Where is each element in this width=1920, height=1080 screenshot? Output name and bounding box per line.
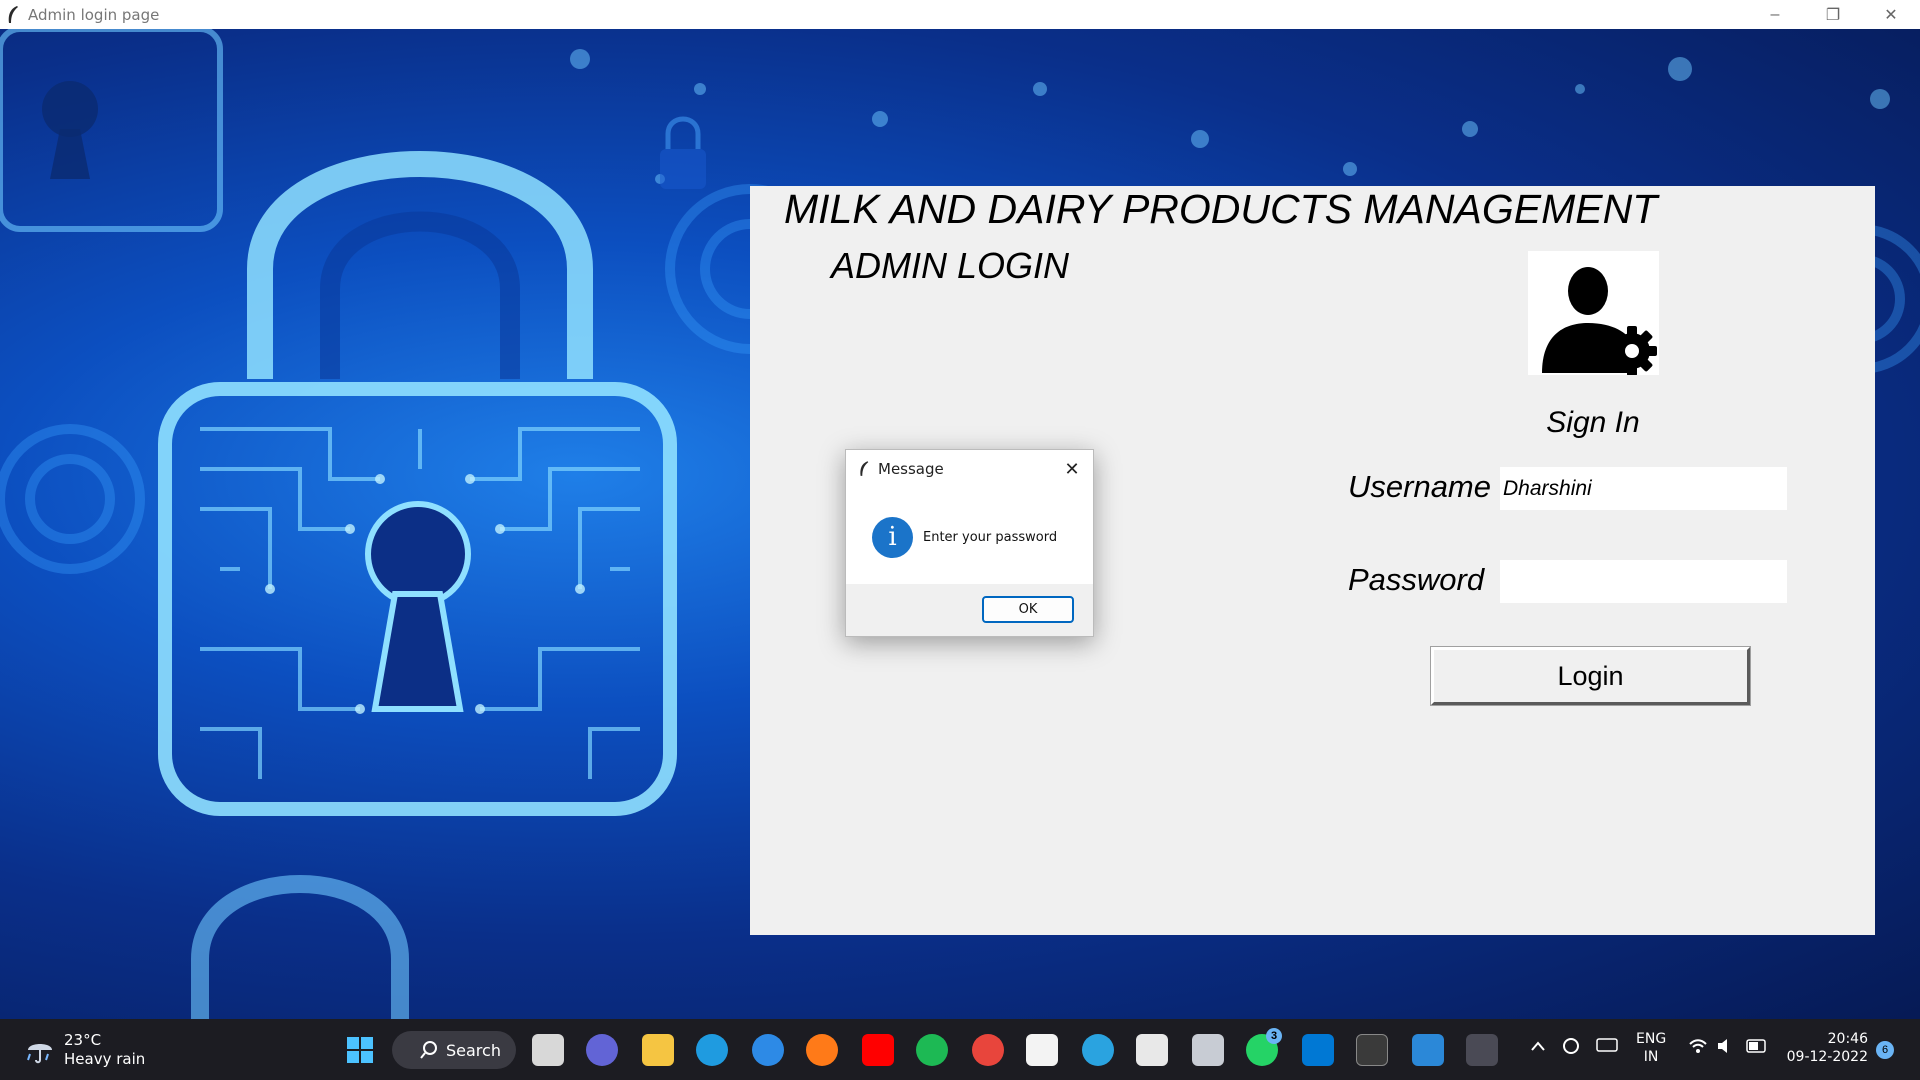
teams-chat-icon[interactable] <box>586 1034 618 1066</box>
weather-temp: 23°C <box>64 1031 102 1049</box>
windows-logo-icon <box>347 1037 373 1063</box>
admin-user-gear-icon <box>1542 267 1657 376</box>
login-button[interactable]: Login <box>1430 646 1751 706</box>
microsoft-store-icon[interactable] <box>1026 1034 1058 1066</box>
show-hidden-icons-button[interactable] <box>1530 1039 1546 1057</box>
dialog-title: Message <box>878 460 944 478</box>
sync-tray-icon[interactable] <box>1560 1035 1582 1062</box>
terminal-icon[interactable] <box>1356 1034 1388 1066</box>
feather-icon <box>8 5 18 23</box>
taskbar: 23°C Heavy rain Search 3 ENG IN 20:46 09… <box>0 1019 1920 1080</box>
username-label: Username <box>1348 469 1491 504</box>
chrome-icon[interactable] <box>972 1034 1004 1066</box>
vscode-icon[interactable] <box>1302 1034 1334 1066</box>
get-help-icon[interactable] <box>752 1034 784 1066</box>
message-dialog: Message ✕ i Enter your password OK <box>845 449 1094 637</box>
keyboard-tray-icon[interactable] <box>1596 1037 1618 1058</box>
youtube-icon[interactable] <box>862 1034 894 1066</box>
editor-icon[interactable] <box>1136 1034 1168 1066</box>
battery-tray-icon[interactable] <box>1746 1039 1768 1058</box>
whatsapp-icon[interactable]: 3 <box>1246 1028 1282 1066</box>
weather-widget[interactable]: 23°C Heavy rain <box>24 1031 145 1069</box>
database-icon[interactable] <box>1192 1034 1224 1066</box>
edge-icon[interactable] <box>696 1034 728 1066</box>
dialog-footer: OK <box>846 584 1093 636</box>
search-label: Search <box>446 1040 501 1060</box>
volume-tray-icon[interactable] <box>1716 1038 1736 1059</box>
window-titlebar: Admin login page – ❐ ✕ <box>0 0 1920 29</box>
dialog-message: Enter your password <box>923 529 1058 545</box>
clock-time: 20:46 <box>1827 1031 1868 1047</box>
search-icon <box>420 1041 437 1059</box>
battery-icon <box>1746 1039 1766 1053</box>
file-explorer-icon[interactable] <box>642 1034 674 1066</box>
keyboard-icon <box>1596 1038 1618 1052</box>
ok-button[interactable]: OK <box>982 596 1074 623</box>
telegram-icon[interactable] <box>1082 1034 1114 1066</box>
spotify-icon[interactable] <box>916 1034 948 1066</box>
clock-date: 09-12-2022 <box>1786 1049 1868 1065</box>
firefox-icon[interactable] <box>806 1034 838 1066</box>
feather-icon <box>860 461 869 476</box>
sync-icon <box>1563 1038 1579 1054</box>
network-tray-icon[interactable] <box>1688 1038 1708 1059</box>
notification-badge[interactable]: 6 <box>1876 1041 1894 1059</box>
minimize-button[interactable]: – <box>1746 0 1804 29</box>
dialog-close-button[interactable]: ✕ <box>1061 458 1083 480</box>
language-code: ENG <box>1636 1031 1667 1047</box>
speaker-icon <box>1718 1039 1727 1053</box>
wifi-icon <box>1689 1039 1707 1053</box>
close-icon: ✕ <box>1064 458 1080 479</box>
close-icon: ✕ <box>1884 6 1898 24</box>
rain-icon <box>27 1044 52 1064</box>
password-input[interactable] <box>1500 560 1787 603</box>
photos-icon[interactable] <box>1412 1034 1444 1066</box>
region-code: IN <box>1643 1049 1659 1065</box>
close-window-button[interactable]: ✕ <box>1862 0 1920 29</box>
minimize-icon: – <box>1770 5 1780 23</box>
python-icon[interactable] <box>1466 1034 1498 1066</box>
sign-in-heading: Sign In <box>1546 406 1640 439</box>
language-indicator[interactable]: ENG IN <box>1636 1030 1666 1066</box>
info-icon: i <box>872 516 913 558</box>
taskbar-search[interactable]: Search <box>392 1031 516 1069</box>
start-button[interactable] <box>344 1034 376 1066</box>
dialog-header: Message ✕ <box>846 450 1093 488</box>
restore-icon: ❐ <box>1825 6 1841 24</box>
username-input[interactable] <box>1500 467 1787 510</box>
weather-description: Heavy rain <box>64 1050 146 1068</box>
task-view-icon[interactable] <box>532 1034 564 1066</box>
app-title: MILK AND DAIRY PRODUCTS MANAGEMENT <box>784 186 1658 232</box>
clock[interactable]: 20:46 09-12-2022 <box>1784 1030 1868 1066</box>
restore-button[interactable]: ❐ <box>1804 0 1862 29</box>
chevron-up-icon <box>1531 1041 1545 1051</box>
whatsapp-badge: 3 <box>1266 1028 1282 1044</box>
password-label: Password <box>1348 562 1485 597</box>
admin-avatar <box>1528 251 1659 376</box>
page-subtitle: ADMIN LOGIN <box>831 245 1070 286</box>
dialog-body: i Enter your password <box>846 488 1093 586</box>
window-title: Admin login page <box>28 5 160 24</box>
